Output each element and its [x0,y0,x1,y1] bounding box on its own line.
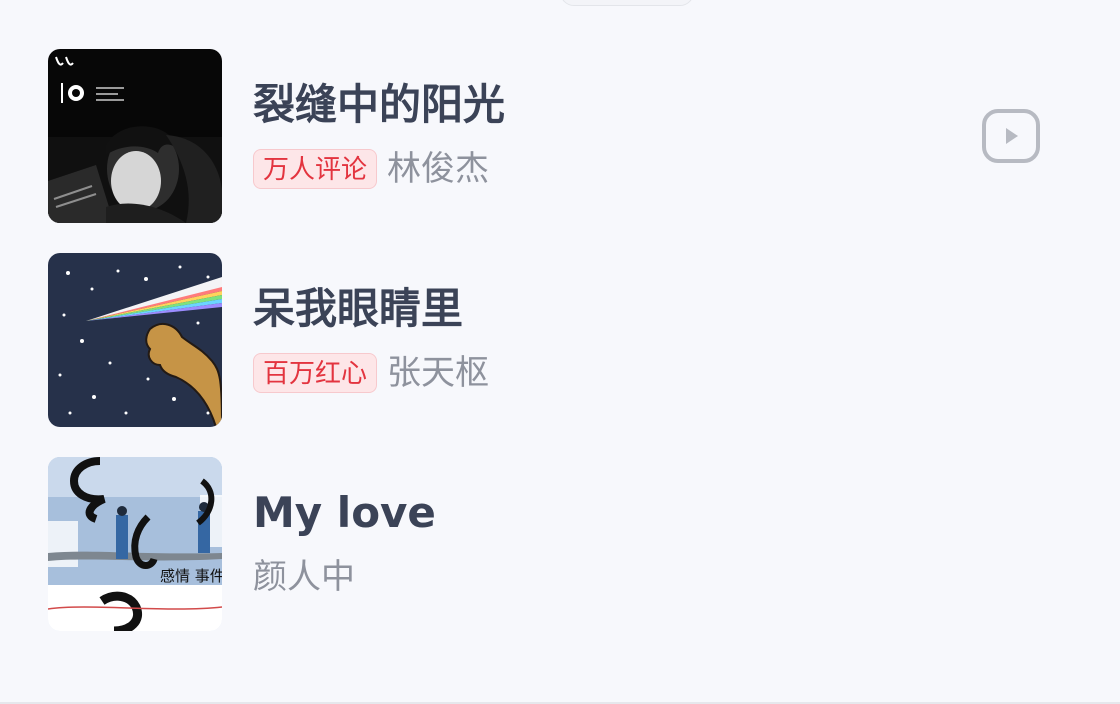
song-tag: 百万红心 [253,353,378,393]
album-cover: 感情 事件 [48,457,222,631]
play-button[interactable] [982,109,1040,163]
song-title: 呆我眼睛里 [253,284,464,333]
play-icon [1006,128,1018,144]
song-title: 裂缝中的阳光 [253,80,506,129]
artist-name: 林俊杰 [387,149,490,189]
artist-name: 张天枢 [387,353,490,393]
song-list: 裂缝中的阳光 万人评论 林俊杰 呆我眼睛里 百万红心 张天枢 感情 事件 My … [0,0,1120,704]
artist-name: 颜人中 [253,557,355,597]
album-cover [48,253,222,427]
song-row-dai-wo-yan-jing-li[interactable]: 呆我眼睛里 百万红心 张天枢 [48,253,1072,427]
cover-text: 感情 事件 [160,567,222,585]
song-title: My love [253,488,436,537]
song-meta: 万人评论 林俊杰 [253,147,489,191]
song-meta: 颜人中 [253,555,355,599]
song-row-lie-feng-zhong-de-yang-guang[interactable]: 裂缝中的阳光 万人评论 林俊杰 [48,49,1072,223]
song-meta: 百万红心 张天枢 [253,351,489,395]
album-cover [48,49,222,223]
song-tag: 万人评论 [253,149,378,189]
song-row-my-love[interactable]: 感情 事件 My love 颜人中 [48,457,1072,631]
